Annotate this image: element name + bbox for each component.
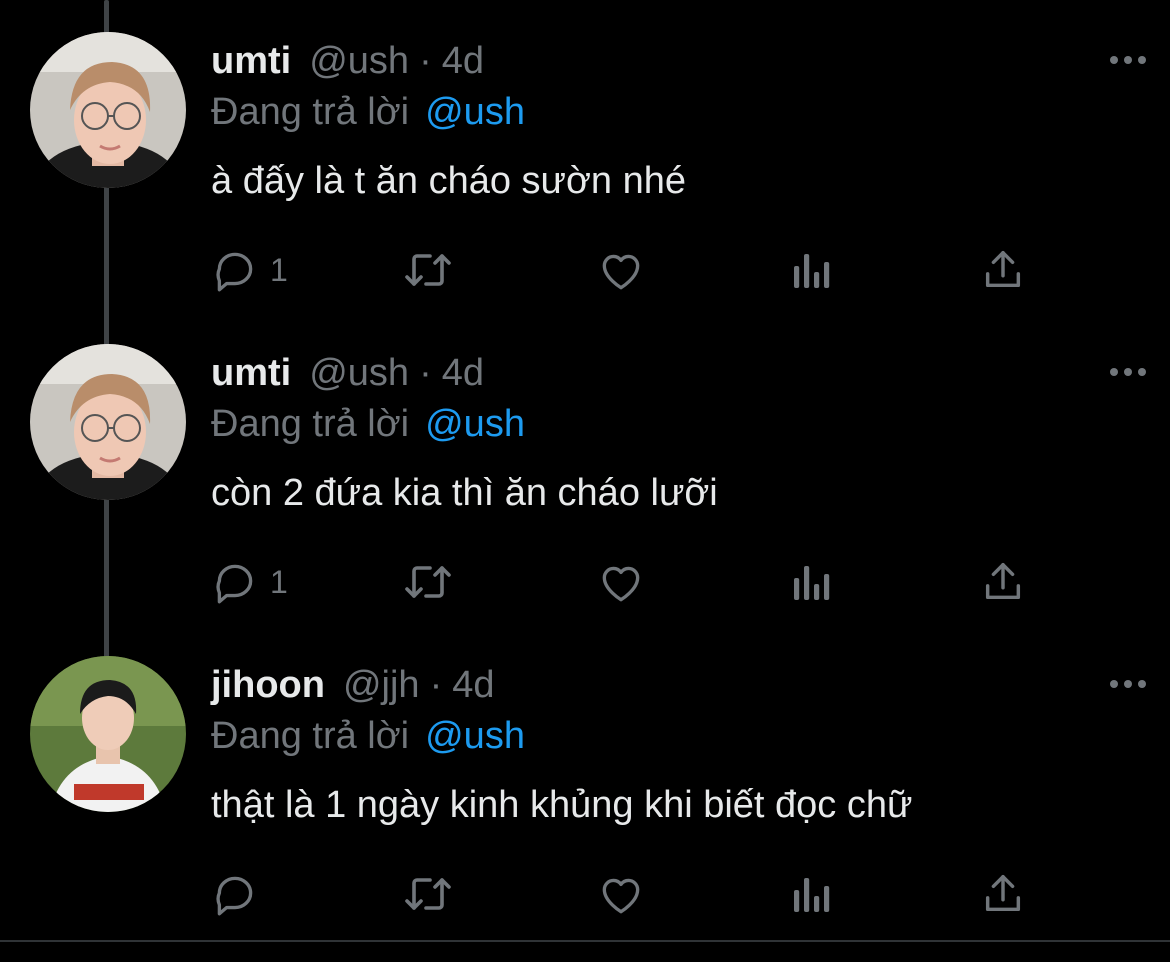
- retweet-icon: [400, 869, 456, 919]
- more-icon[interactable]: [1108, 48, 1148, 72]
- tweet-text: còn 2 đứa kia thì ăn cháo lưỡi: [211, 472, 718, 514]
- reply-icon: [210, 557, 260, 607]
- tweet-header: umti @ush · 4d: [211, 348, 484, 398]
- separator-dot: ·: [419, 40, 432, 82]
- action-bar: [210, 864, 1030, 924]
- avatar[interactable]: [30, 344, 186, 500]
- share-button[interactable]: [980, 552, 1026, 612]
- reply-mention-link[interactable]: @ush: [425, 715, 525, 757]
- retweet-button[interactable]: [400, 240, 456, 300]
- divider: [0, 940, 1170, 942]
- user-handle[interactable]: @ush: [309, 36, 409, 86]
- share-icon: [980, 869, 1026, 919]
- more-icon[interactable]: [1108, 672, 1148, 696]
- reply-button[interactable]: 1: [210, 552, 288, 612]
- tweet[interactable]: umti @ush · 4d Đang trả lời @ush à đấy là…: [0, 0, 1170, 312]
- retweet-icon: [400, 245, 456, 295]
- share-icon: [980, 245, 1026, 295]
- reply-mention-link[interactable]: @ush: [425, 403, 525, 445]
- replying-to: Đang trả lời @ush: [211, 400, 525, 448]
- replying-to: Đang trả lời @ush: [211, 712, 525, 760]
- reply-mention-link[interactable]: @ush: [425, 91, 525, 133]
- tweet[interactable]: umti @ush · 4d Đang trả lời @ush còn 2 đứ…: [0, 312, 1170, 624]
- share-button[interactable]: [980, 864, 1026, 924]
- like-icon: [596, 869, 646, 919]
- reply-button[interactable]: 1: [210, 240, 288, 300]
- separator-dot: ·: [419, 352, 432, 394]
- like-icon: [596, 245, 646, 295]
- more-icon[interactable]: [1108, 360, 1148, 384]
- user-handle[interactable]: @jjh: [343, 660, 420, 710]
- views-icon: [790, 557, 834, 607]
- views-button[interactable]: [790, 864, 834, 924]
- display-name[interactable]: umti: [211, 348, 291, 398]
- views-icon: [790, 869, 834, 919]
- reply-icon: [210, 869, 260, 919]
- avatar[interactable]: [30, 32, 186, 188]
- user-handle[interactable]: @ush: [309, 348, 409, 398]
- reply-count: 1: [270, 251, 288, 288]
- tweet-text: à đấy là t ăn cháo sườn nhé: [211, 160, 686, 202]
- tweet-header: umti @ush · 4d: [211, 36, 484, 86]
- replying-to-label: Đang trả lời: [211, 715, 410, 757]
- retweet-button[interactable]: [400, 864, 456, 924]
- like-button[interactable]: [596, 864, 646, 924]
- reply-icon: [210, 245, 260, 295]
- like-button[interactable]: [596, 240, 646, 300]
- reply-button[interactable]: [210, 864, 270, 924]
- action-bar: 1: [210, 552, 1030, 612]
- views-button[interactable]: [790, 240, 834, 300]
- retweet-icon: [400, 557, 456, 607]
- like-button[interactable]: [596, 552, 646, 612]
- avatar[interactable]: [30, 656, 186, 812]
- display-name[interactable]: umti: [211, 36, 291, 86]
- tweet[interactable]: jihoon @jjh · 4d Đang trả lời @ush thật l…: [0, 624, 1170, 936]
- replying-to: Đang trả lời @ush: [211, 88, 525, 136]
- replying-to-label: Đang trả lời: [211, 403, 410, 445]
- share-icon: [980, 557, 1026, 607]
- separator-dot: ·: [429, 664, 443, 706]
- timestamp[interactable]: 4d: [452, 660, 494, 710]
- like-icon: [596, 557, 646, 607]
- timestamp[interactable]: 4d: [442, 348, 484, 398]
- views-icon: [790, 245, 834, 295]
- retweet-button[interactable]: [400, 552, 456, 612]
- action-bar: 1: [210, 240, 1030, 300]
- replying-to-label: Đang trả lời: [211, 91, 410, 133]
- timestamp[interactable]: 4d: [442, 36, 484, 86]
- tweet-text: thật là 1 ngày kinh khủng khi biết đọc c…: [211, 784, 913, 826]
- tweet-header: jihoon @jjh · 4d: [211, 660, 495, 710]
- views-button[interactable]: [790, 552, 834, 612]
- display-name[interactable]: jihoon: [211, 660, 325, 710]
- share-button[interactable]: [980, 240, 1026, 300]
- reply-count: 1: [270, 563, 288, 600]
